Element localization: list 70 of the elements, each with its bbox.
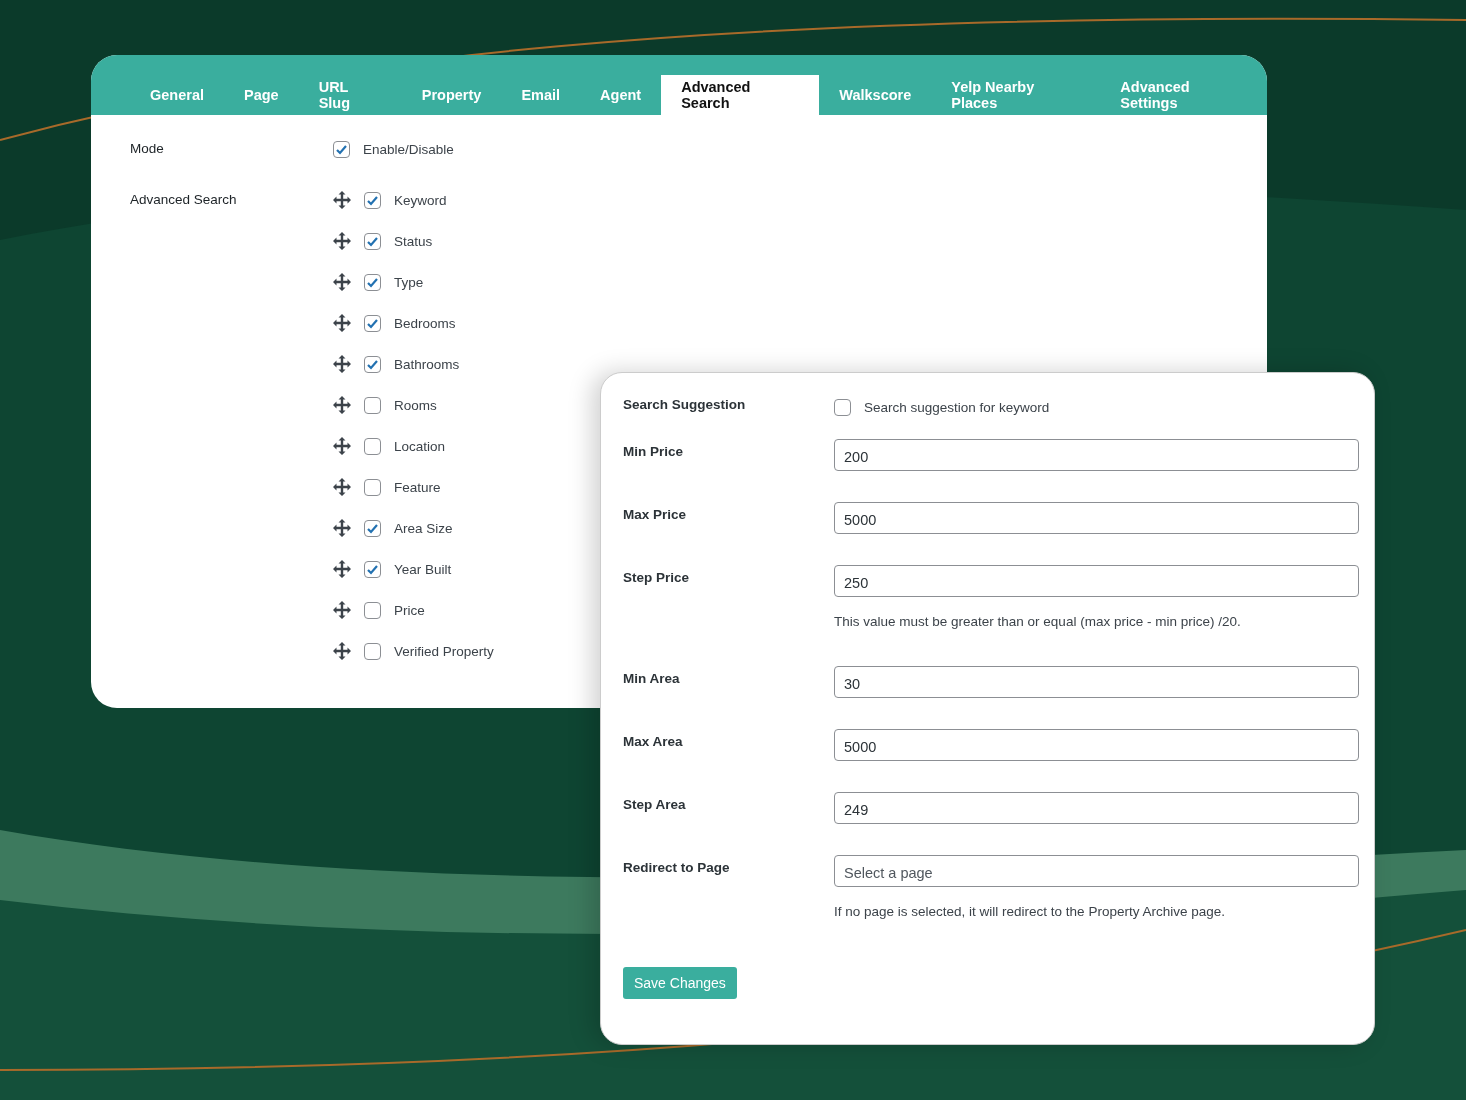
tab[interactable]: Agent bbox=[580, 75, 662, 115]
option-label: Status bbox=[394, 232, 433, 251]
tab[interactable]: Email bbox=[501, 75, 581, 115]
move-icon[interactable] bbox=[333, 437, 351, 455]
checkbox[interactable] bbox=[364, 314, 381, 332]
move-icon[interactable] bbox=[333, 355, 351, 373]
field-label: Min Area bbox=[623, 670, 681, 688]
checkbox[interactable] bbox=[364, 478, 381, 496]
tab[interactable]: Advanced Settings bbox=[1100, 75, 1267, 115]
help-text: If no page is selected, it will redirect to the Property Archive page. bbox=[834, 904, 1226, 919]
field-label: Mode bbox=[130, 140, 165, 158]
checkbox[interactable] bbox=[364, 273, 381, 291]
tab[interactable]: URL Slug bbox=[298, 75, 402, 115]
option-label: Rooms bbox=[394, 396, 437, 415]
checkbox[interactable] bbox=[834, 398, 851, 416]
text-field[interactable]: 249 bbox=[834, 792, 1359, 824]
move-icon[interactable] bbox=[333, 478, 351, 496]
select-field[interactable]: Select a page bbox=[834, 855, 1359, 887]
move-icon[interactable] bbox=[333, 642, 351, 660]
checkbox[interactable] bbox=[364, 601, 381, 619]
field-label: Step Area bbox=[623, 796, 687, 814]
move-icon[interactable] bbox=[333, 314, 351, 332]
option-label: Type bbox=[394, 273, 424, 292]
text-field[interactable]: 5000 bbox=[834, 502, 1359, 534]
tab[interactable]: General bbox=[130, 75, 224, 115]
option-label: Area Size bbox=[394, 519, 453, 538]
option-label: Year Built bbox=[394, 560, 452, 579]
move-icon[interactable] bbox=[333, 232, 351, 250]
checkbox[interactable] bbox=[364, 232, 381, 250]
option-label: Price bbox=[394, 601, 425, 620]
move-icon[interactable] bbox=[333, 396, 351, 414]
option-label: Bathrooms bbox=[394, 355, 460, 374]
field-label: Max Price bbox=[623, 506, 688, 524]
option-label: Location bbox=[394, 437, 446, 456]
help-text: This value must be greater than or equal (max price - min price) /20. bbox=[834, 614, 1242, 629]
move-icon[interactable] bbox=[333, 191, 351, 209]
move-icon[interactable] bbox=[333, 601, 351, 619]
checkbox[interactable] bbox=[333, 140, 350, 158]
option-label: Bedrooms bbox=[394, 314, 456, 333]
text-field[interactable]: 200 bbox=[834, 439, 1359, 471]
checkbox[interactable] bbox=[364, 642, 381, 660]
option-label: Verified Property bbox=[394, 642, 494, 661]
option-label: Enable/Disable bbox=[363, 141, 454, 157]
tab[interactable]: Property bbox=[401, 75, 502, 115]
tab[interactable]: Walkscore bbox=[819, 75, 932, 115]
text-field[interactable]: 30 bbox=[834, 666, 1359, 698]
checkbox[interactable] bbox=[364, 519, 381, 537]
option-label: Keyword bbox=[394, 191, 447, 210]
field-label: Min Price bbox=[623, 443, 685, 461]
checkbox[interactable] bbox=[364, 437, 381, 455]
option-label: Search suggestion for keyword bbox=[864, 399, 1050, 415]
move-icon[interactable] bbox=[333, 519, 351, 537]
text-field[interactable]: 5000 bbox=[834, 729, 1359, 761]
checkbox[interactable] bbox=[364, 560, 381, 578]
save-button[interactable]: Save Changes bbox=[623, 967, 737, 999]
tab[interactable]: Advanced Search bbox=[661, 75, 820, 115]
field-label: Step Price bbox=[623, 569, 691, 587]
field-label: Advanced Search bbox=[130, 191, 238, 209]
field-label: Redirect to Page bbox=[623, 859, 731, 877]
move-icon[interactable] bbox=[333, 273, 351, 291]
move-icon[interactable] bbox=[333, 560, 351, 578]
field-label: Search Suggestion bbox=[623, 397, 747, 414]
text-field[interactable]: 250 bbox=[834, 565, 1359, 597]
field-label: Max Area bbox=[623, 733, 684, 751]
tab[interactable]: Page bbox=[224, 75, 299, 115]
checkbox[interactable] bbox=[364, 191, 381, 209]
tab[interactable]: Yelp Nearby Places bbox=[931, 75, 1101, 115]
option-label: Feature bbox=[394, 478, 441, 497]
checkbox[interactable] bbox=[364, 396, 381, 414]
checkbox[interactable] bbox=[364, 355, 381, 373]
